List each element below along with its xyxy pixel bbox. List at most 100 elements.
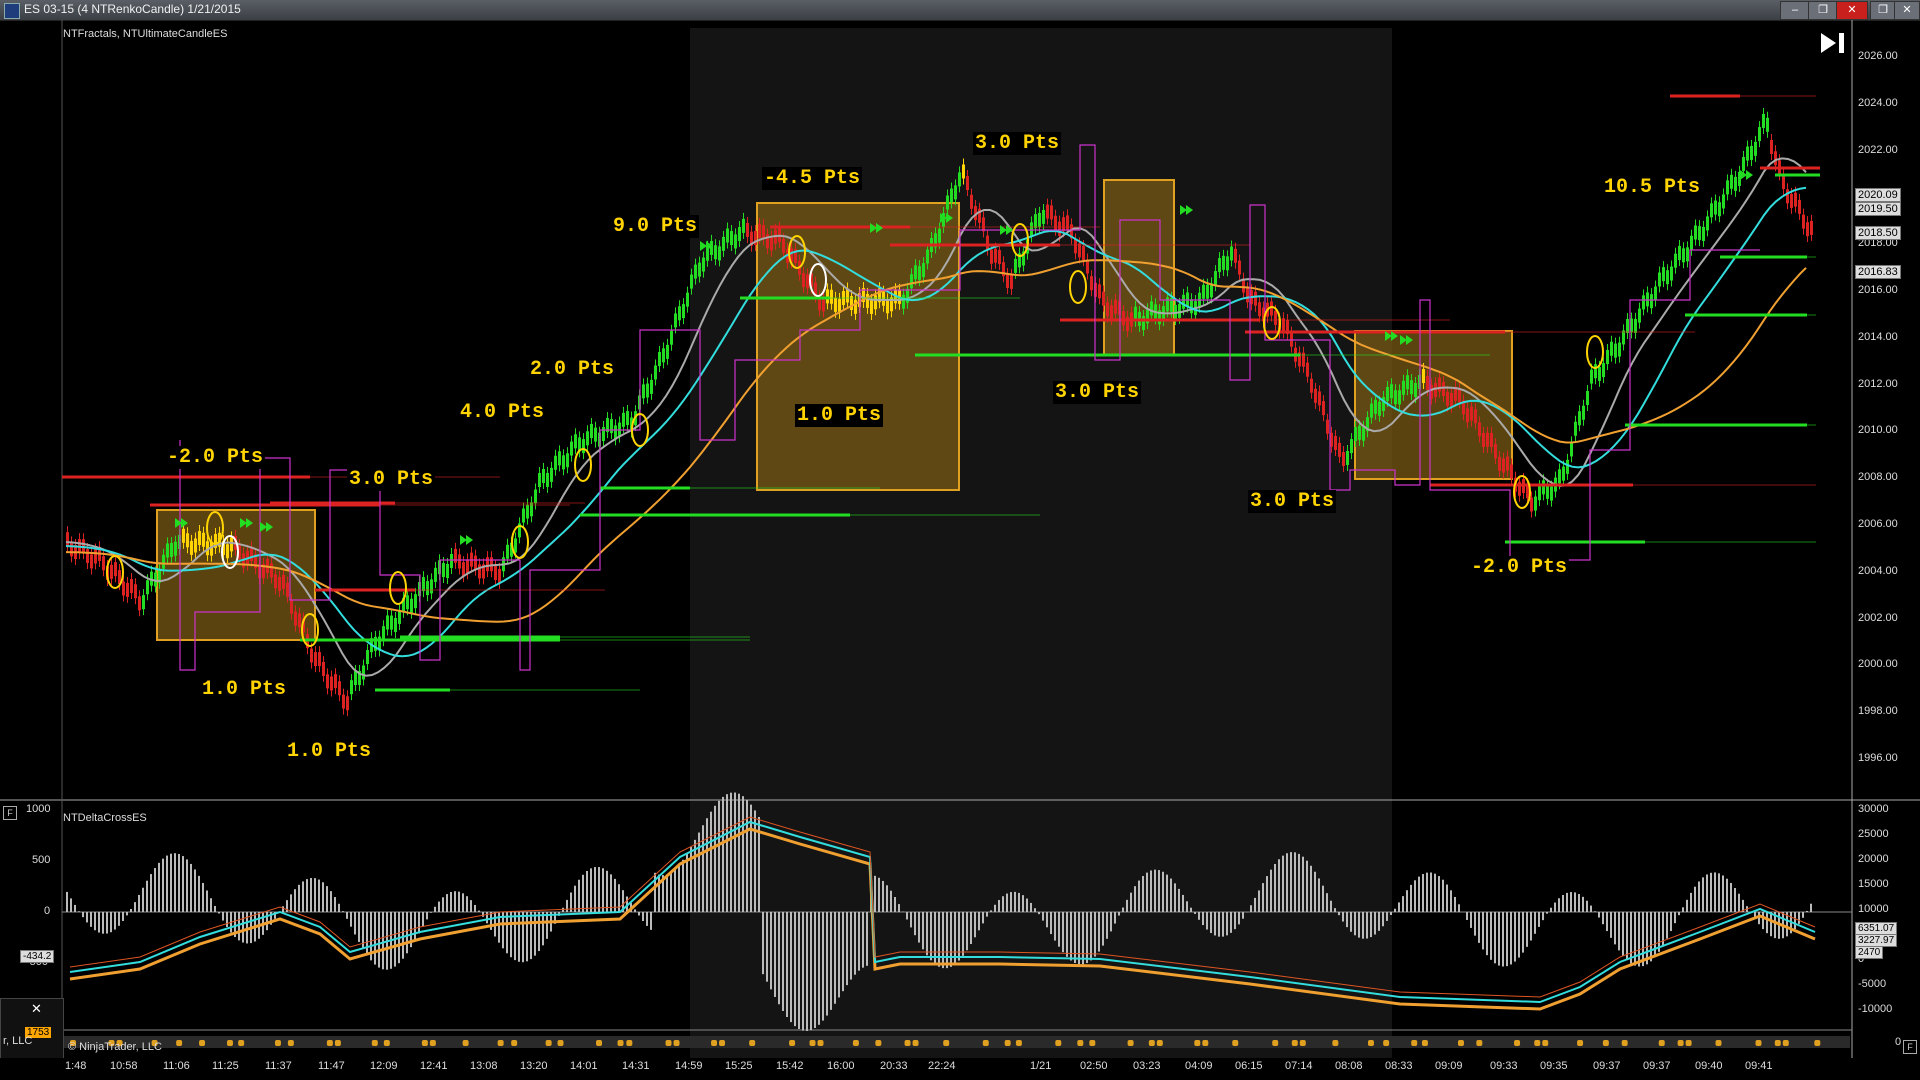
- time-axis-tick: 09:40: [1695, 1060, 1723, 1072]
- time-axis-tick: 15:42: [776, 1060, 804, 1072]
- osc-histogram-bar: [1374, 912, 1376, 935]
- scrollbar-mark: [1677, 1040, 1684, 1046]
- osc-histogram-bar: [1394, 908, 1396, 912]
- osc-histogram-bar: [90, 912, 92, 927]
- osc-histogram-bar: [346, 912, 348, 919]
- osc-histogram-bar: [642, 912, 644, 922]
- pane-f-icon[interactable]: F: [3, 806, 17, 820]
- signal-arrow: [460, 535, 467, 545]
- osc-histogram-bar: [242, 912, 244, 943]
- osc-histogram-bar: [1262, 883, 1264, 912]
- scrollbar-mark: [1077, 1040, 1084, 1046]
- osc-histogram-bar: [1434, 873, 1436, 912]
- osc-histogram-bar: [446, 894, 448, 912]
- osc-histogram-bar: [1026, 898, 1028, 912]
- osc-histogram-bar: [482, 912, 484, 917]
- osc-left-value-box: -434.2: [20, 950, 55, 963]
- signal-arrow: [1746, 170, 1753, 180]
- osc-histogram-bar: [566, 899, 568, 912]
- osc-histogram-bar: [74, 904, 76, 912]
- osc-histogram-bar: [1202, 912, 1204, 926]
- osc-histogram-bar: [1286, 853, 1288, 912]
- price-y-tick: 2006.00: [1858, 518, 1898, 530]
- osc-histogram-bar: [1538, 912, 1540, 927]
- osc-histogram-bar: [938, 912, 940, 967]
- osc-histogram-bar: [586, 870, 588, 912]
- osc-histogram-bar: [450, 892, 452, 912]
- osc-histogram-bar: [862, 912, 864, 968]
- price-y-tick: 2024.00: [1858, 96, 1898, 109]
- osc-histogram-bar: [1218, 912, 1220, 937]
- time-axis-tick: 16:00: [827, 1060, 855, 1072]
- price-marker-box: 2020.09: [1855, 188, 1901, 203]
- osc-histogram-bar: [1802, 912, 1804, 918]
- osc-histogram-bar: [1182, 894, 1184, 912]
- osc-histogram-bar: [1678, 912, 1680, 916]
- osc-histogram-bar: [926, 912, 928, 956]
- scrollbar-mark: [1148, 1040, 1155, 1046]
- osc-histogram-bar: [1178, 888, 1180, 912]
- osc-histogram-bar: [534, 912, 536, 956]
- osc-histogram-bar: [1810, 903, 1812, 912]
- trade-pts-label: 3.0 Pts: [1248, 490, 1337, 513]
- osc-histogram-bar: [294, 889, 296, 912]
- osc-histogram-bar: [930, 912, 932, 961]
- osc-histogram-bar: [1274, 863, 1276, 912]
- osc-histogram-bar: [1334, 908, 1336, 912]
- osc-histogram-bar: [1606, 912, 1608, 932]
- osc-histogram-bar: [1386, 912, 1388, 921]
- osc-histogram-bar: [1122, 907, 1124, 912]
- osc-histogram-bar: [970, 912, 972, 944]
- osc-histogram-bar: [990, 910, 992, 912]
- osc-histogram-bar: [1406, 890, 1408, 912]
- osc-histogram-bar: [1258, 890, 1260, 912]
- scrollbar-marks: [70, 1040, 1821, 1046]
- osc-histogram-bar: [238, 912, 240, 941]
- osc-histogram-bar: [1770, 912, 1772, 937]
- time-axis-tick: 13:08: [470, 1060, 498, 1072]
- copyright-text: © NinjaTrader, LLC: [68, 1041, 162, 1053]
- osc-histogram-bar: [462, 893, 464, 912]
- skip-to-end-icon[interactable]: [1818, 30, 1848, 56]
- osc-histogram-bar: [178, 853, 180, 912]
- osc-histogram-bar: [222, 912, 224, 921]
- osc-histogram-bar: [1022, 895, 1024, 912]
- osc-histogram-bar: [150, 874, 152, 912]
- pane-f-icon-right[interactable]: F: [1903, 1040, 1917, 1054]
- osc-histogram-bar: [1506, 912, 1508, 967]
- osc-histogram-bar: [1798, 912, 1800, 924]
- osc-histogram-bar: [506, 912, 508, 954]
- time-axis-tick: 09:09: [1435, 1060, 1463, 1072]
- osc-histogram-bar: [966, 912, 968, 951]
- price-y-tick: 1998.00: [1858, 705, 1898, 718]
- osc-histogram-bar: [1422, 874, 1424, 912]
- osc-histogram-bar: [1158, 870, 1160, 912]
- osc-left-tick: 500: [32, 854, 51, 866]
- chart-canvas[interactable]: [0, 0, 1920, 1080]
- osc-histogram-bar: [1154, 869, 1156, 912]
- osc-histogram-bar: [1254, 897, 1256, 912]
- close-icon[interactable]: ✕: [31, 1001, 42, 1017]
- osc-histogram-bar: [638, 912, 640, 916]
- osc-histogram-bar: [326, 886, 328, 912]
- osc-histogram-bar: [1222, 912, 1224, 937]
- osc-left-tick: 0: [44, 905, 51, 917]
- osc-histogram-bar: [666, 874, 668, 912]
- osc-histogram-bar: [1514, 912, 1516, 962]
- osc-histogram-bar: [1398, 902, 1400, 912]
- time-axis-tick: 03:23: [1133, 1060, 1161, 1072]
- chart-scrollbar[interactable]: [60, 1036, 1850, 1048]
- osc-histogram-bar: [266, 912, 268, 931]
- osc-histogram-bar: [1302, 856, 1304, 912]
- osc-histogram-bar: [590, 868, 592, 912]
- time-axis-tick: 06:15: [1235, 1060, 1263, 1072]
- osc-histogram-bar: [1298, 853, 1300, 912]
- osc-histogram-bar: [306, 879, 308, 912]
- osc-histogram-bar: [1206, 912, 1208, 930]
- osc-histogram-bar: [126, 912, 128, 916]
- osc-histogram-bar: [1658, 912, 1660, 952]
- osc-histogram-bar: [1486, 912, 1488, 956]
- signal-arrow: [466, 535, 473, 545]
- osc-histogram-bar: [1578, 894, 1580, 912]
- osc-histogram-bar: [1134, 886, 1136, 912]
